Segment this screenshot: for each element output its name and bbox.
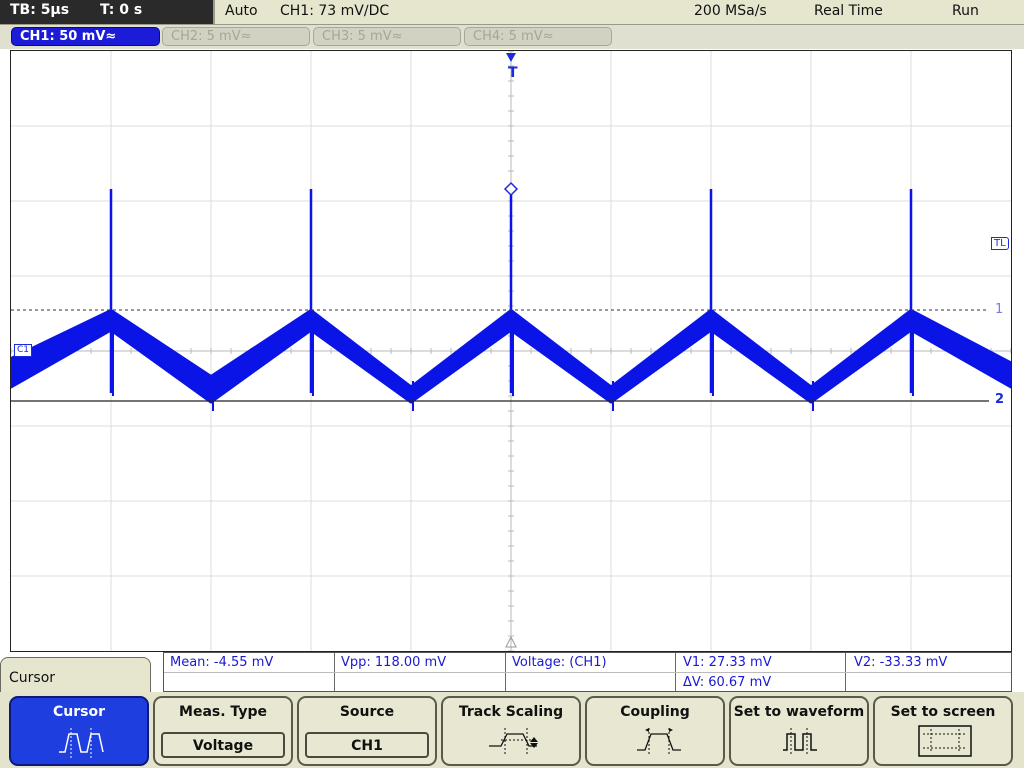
channel-tab-label: CH1: 50 mV≈ xyxy=(20,29,117,44)
sample-rate: 200 MSa/s xyxy=(694,3,767,19)
trigger-mode[interactable]: Auto xyxy=(225,3,258,19)
meas-type-softkey[interactable]: Meas. Type Voltage xyxy=(153,696,293,766)
trigger-point-marker xyxy=(503,181,519,197)
source-value: CH1 xyxy=(305,732,429,758)
trigger-position-marker[interactable]: T xyxy=(508,65,518,81)
status-bar: TB: 5µs T: 0 s Auto CH1: 73 mV∕DC 200 MS… xyxy=(0,0,1024,25)
channel-tab-ch4[interactable]: CH4: 5 mV≈ xyxy=(464,27,612,46)
coupling-icon xyxy=(637,728,681,754)
channel1-ground-marker[interactable]: C1 xyxy=(14,344,33,357)
set-to-waveform-softkey[interactable]: Set to waveform xyxy=(729,696,869,766)
vpp-readout: Vpp: 118.00 mV xyxy=(341,655,447,670)
channel-tab-strip: CH1: 50 mV≈ CH2: 5 mV≈ CH3: 5 mV≈ CH4: 5… xyxy=(0,25,1024,49)
softkey-label: Set to waveform xyxy=(733,704,865,720)
mean-readout: Mean: -4.55 mV xyxy=(170,655,274,670)
meas-type-value: Voltage xyxy=(161,732,285,758)
timebase-box[interactable]: TB: 5µs T: 0 s xyxy=(0,0,215,24)
softkey-label: Source xyxy=(339,704,395,720)
softkey-label: Meas. Type xyxy=(179,704,267,720)
softkey-label: Cursor xyxy=(52,704,105,720)
channel-tab-ch2[interactable]: CH2: 5 mV≈ xyxy=(162,27,310,46)
channel-tab-ch1[interactable]: CH1: 50 mV≈ xyxy=(11,27,160,46)
channel-tab-ch3[interactable]: CH3: 5 mV≈ xyxy=(313,27,461,46)
set-to-screen-softkey[interactable]: Set to screen xyxy=(873,696,1013,766)
cursor2-label[interactable]: 2 xyxy=(995,392,1004,407)
softkey-label: Coupling xyxy=(620,704,690,720)
cursor-v2-readout: V2: -33.33 mV xyxy=(854,655,948,670)
menu-title: Cursor xyxy=(9,670,56,686)
channel-tab-label: CH4: 5 mV≈ xyxy=(473,29,554,44)
cursor-voltage-source: Voltage: (CH1) xyxy=(512,655,607,670)
softkey-label: Set to screen xyxy=(890,704,996,720)
trigger-position-arrow xyxy=(506,53,516,62)
trigger-level-marker[interactable]: TL xyxy=(991,237,1009,250)
channel-tab-label: CH2: 5 mV≈ xyxy=(171,29,252,44)
menu-title-tab: Cursor xyxy=(0,657,151,697)
acquisition-mode: Real Time xyxy=(814,3,883,19)
cursor1-label[interactable]: 1 xyxy=(995,302,1003,317)
trigger-time-readout: T: 0 s xyxy=(100,2,143,18)
coupling-softkey[interactable]: Coupling xyxy=(585,696,725,766)
run-state[interactable]: Run xyxy=(952,3,979,19)
timebase-readout: TB: 5µs xyxy=(10,2,70,18)
cursor-v1-readout: V1: 27.33 mV xyxy=(683,655,772,670)
channel-tab-label: CH3: 5 mV≈ xyxy=(322,29,403,44)
trigger-level-readout[interactable]: CH1: 73 mV∕DC xyxy=(280,3,389,19)
track-scaling-softkey[interactable]: Track Scaling xyxy=(441,696,581,766)
waveform-display[interactable]: T TL C1 1 2 xyxy=(10,50,1012,652)
set-to-screen-icon xyxy=(918,725,972,757)
measurement-bar: Mean: -4.55 mV Vpp: 118.00 mV Voltage: (… xyxy=(163,652,1012,692)
source-softkey[interactable]: Source CH1 xyxy=(297,696,437,766)
waveform-canvas xyxy=(11,51,1011,651)
track-scaling-icon xyxy=(489,728,538,754)
softkey-label: Track Scaling xyxy=(458,704,564,720)
cursor-waveform-icon xyxy=(59,728,104,758)
measurement-row-divider xyxy=(164,672,1011,673)
cursor-delta-v-readout: ΔV: 60.67 mV xyxy=(683,675,772,690)
set-to-waveform-icon xyxy=(783,728,817,756)
cursor-softkey[interactable]: Cursor xyxy=(9,696,149,766)
